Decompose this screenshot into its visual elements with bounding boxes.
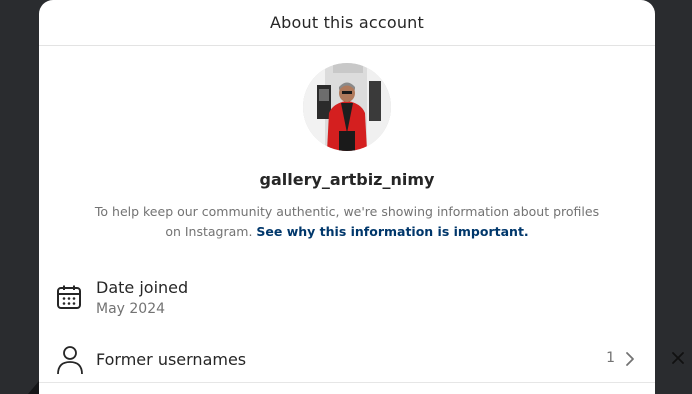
- chevron-right-icon: [625, 351, 635, 371]
- former-usernames-count: 1: [606, 350, 615, 366]
- date-joined-value: May 2024: [96, 301, 166, 317]
- date-joined-text: Date joined May 2024: [96, 278, 188, 317]
- close-icon[interactable]: [671, 350, 685, 369]
- about-account-modal: About this account gallery_artbiz_nimy T…: [39, 0, 655, 394]
- calendar-icon: [56, 284, 82, 314]
- date-joined-row: Date joined May 2024: [39, 278, 655, 328]
- former-usernames-label: Former usernames: [96, 350, 247, 369]
- date-joined-label: Date joined: [96, 278, 189, 297]
- profile-username: gallery_artbiz_nimy: [259, 170, 435, 189]
- modal-header: About this account: [39, 0, 655, 46]
- profile-photo: [303, 63, 391, 151]
- person-icon: [56, 345, 84, 379]
- backdrop-corner: [28, 381, 39, 394]
- info-learn-more-link[interactable]: See why this information is important.: [256, 224, 528, 239]
- former-usernames-text: Former usernames: [96, 350, 246, 369]
- modal-title: About this account: [269, 13, 424, 32]
- info-text: To help keep our community authentic, we…: [89, 202, 605, 242]
- former-usernames-row[interactable]: Former usernames 1: [39, 342, 655, 383]
- profile-avatar[interactable]: [303, 63, 391, 151]
